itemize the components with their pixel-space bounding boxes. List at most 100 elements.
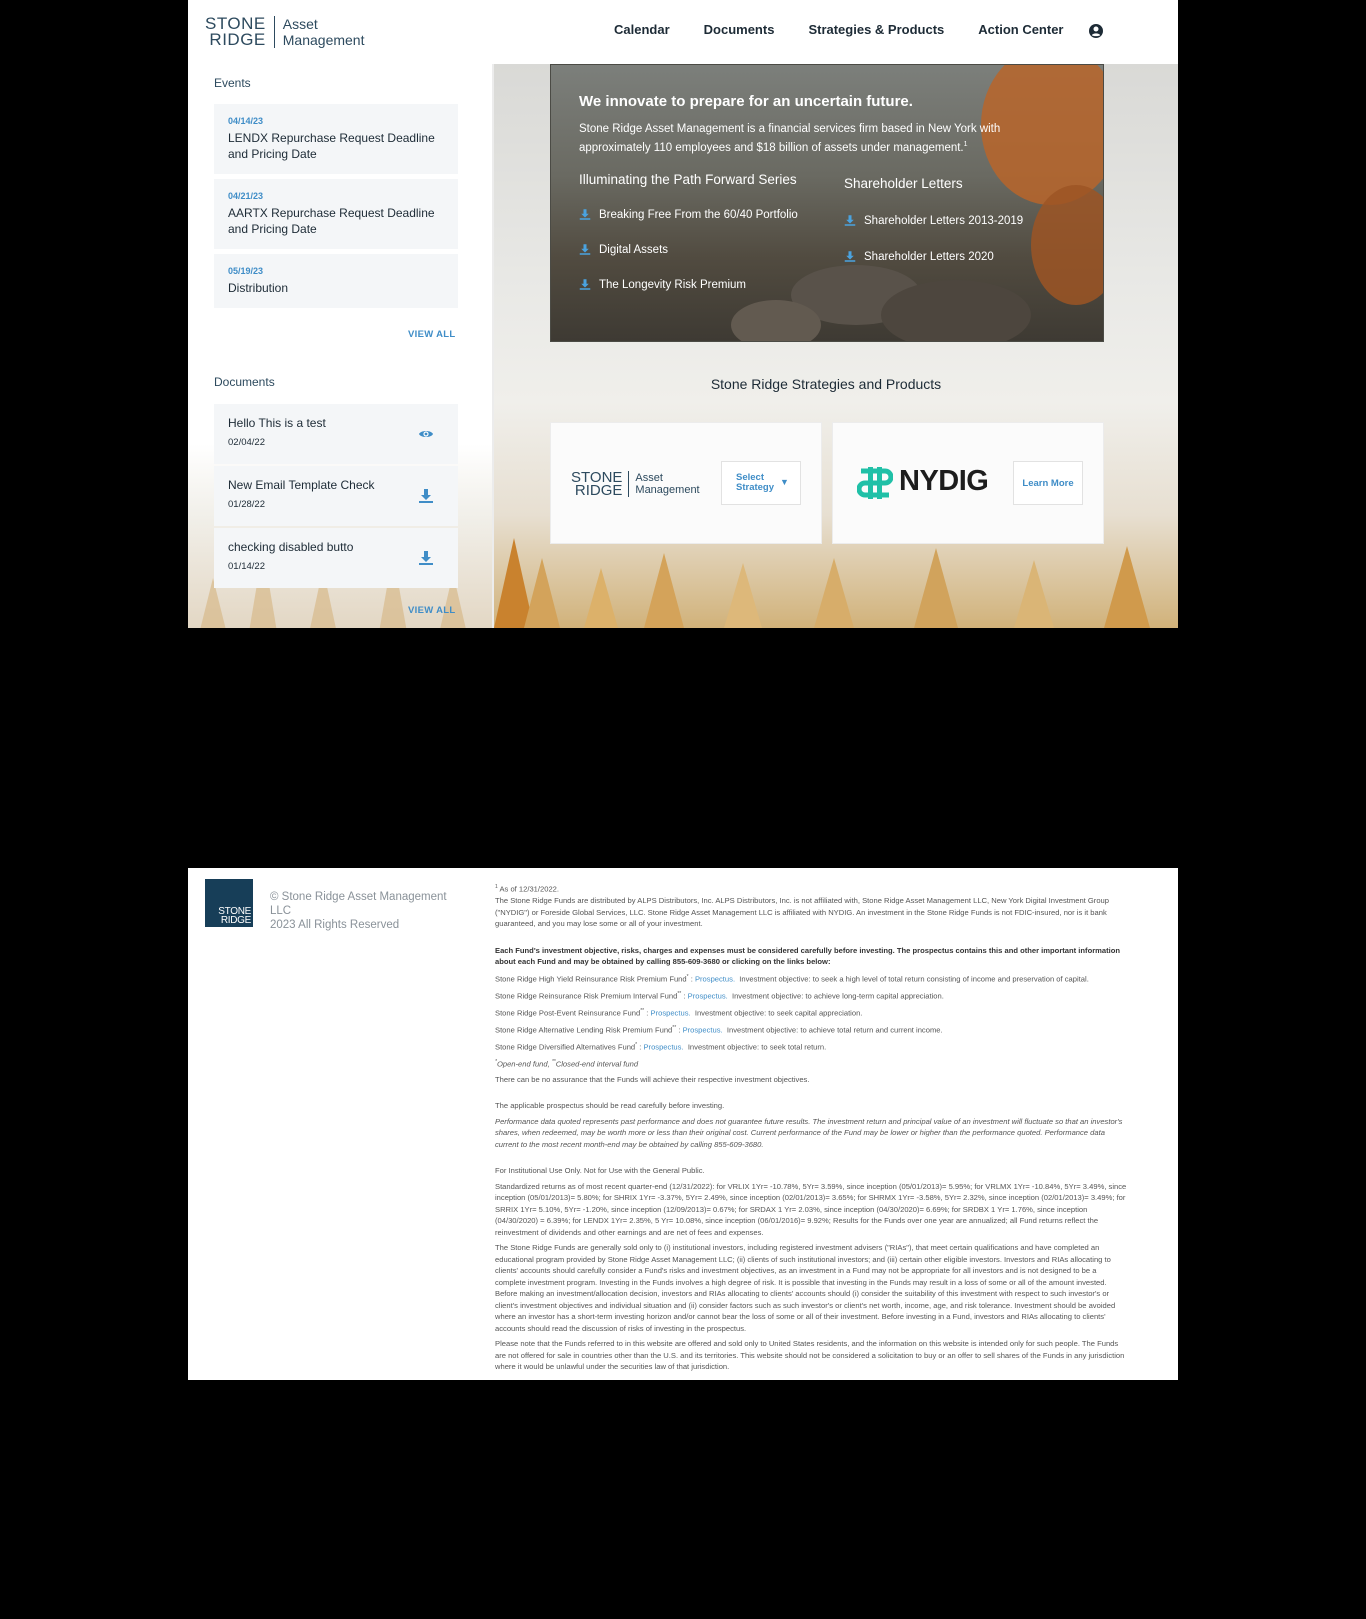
fund-type-legend: *Open-end fund, **Closed-end interval fu… bbox=[495, 1057, 1129, 1070]
letters-link[interactable]: Shareholder Letters 2020 bbox=[844, 250, 994, 263]
fund-line: Stone Ridge Diversified Alternatives Fun… bbox=[495, 1040, 1129, 1053]
document-title: New Email Template Check bbox=[228, 478, 375, 492]
series-link-label: Digital Assets bbox=[599, 243, 669, 256]
series-link[interactable]: The Longevity Risk Premium bbox=[579, 278, 746, 291]
fund-name: Stone Ridge Reinsurance Risk Premium Int… bbox=[495, 991, 678, 1001]
product-logo-asset: Asset bbox=[635, 472, 663, 484]
nydig-wordmark: NYDIG bbox=[899, 465, 989, 497]
letters-link[interactable]: Shareholder Letters 2013-2019 bbox=[844, 214, 1023, 227]
series-link-label: The Longevity Risk Premium bbox=[599, 278, 746, 291]
legal-disclosures: 1 As of 12/31/2022. The Stone Ridge Fund… bbox=[495, 882, 1129, 1377]
fund-line: Stone Ridge Post-Event Reinsurance Fund*… bbox=[495, 1006, 1129, 1019]
logo-line-management: Management bbox=[282, 32, 365, 48]
user-circle-icon[interactable] bbox=[1088, 23, 1104, 39]
footnote-mark: 1 bbox=[495, 884, 498, 890]
fund-name: Stone Ridge High Yield Reinsurance Risk … bbox=[495, 974, 687, 984]
hero-text: Stone Ridge Asset Management is a financ… bbox=[579, 122, 1019, 156]
documents-view-all-link[interactable]: VIEW ALL bbox=[408, 605, 455, 616]
event-title: AARTX Repurchase Request Deadline and Pr… bbox=[228, 206, 435, 236]
document-card[interactable]: checking disabled butto 01/14/22 bbox=[214, 528, 458, 588]
main-nav: Calendar Documents Strategies & Products… bbox=[614, 22, 1098, 37]
prospectus-link[interactable]: Prospectus. bbox=[651, 1008, 691, 1017]
fund-line: Stone Ridge Reinsurance Risk Premium Int… bbox=[495, 989, 1129, 1002]
institutional-note: For Institutional Use Only. Not for Use … bbox=[495, 1166, 705, 1176]
stone-ridge-product-card: STONE RIDGE Asset Management Select Stra… bbox=[550, 422, 822, 544]
event-title: Distribution bbox=[228, 281, 289, 295]
copyright-line1: © Stone Ridge Asset Management LLC bbox=[270, 891, 447, 917]
download-icon bbox=[579, 244, 591, 255]
fund-type-legend-text: Open-end fund, bbox=[496, 1059, 552, 1069]
letters-link-label: Shareholder Letters 2020 bbox=[864, 250, 994, 263]
event-title: LENDX Repurchase Request Deadline and Pr… bbox=[228, 131, 435, 161]
event-date: 04/14/23 bbox=[228, 116, 264, 126]
prospectus-link[interactable]: Prospectus. bbox=[643, 1042, 683, 1051]
bg-tree bbox=[814, 558, 854, 628]
nav-calendar[interactable]: Calendar bbox=[614, 22, 670, 37]
bg-rock bbox=[731, 300, 821, 341]
header: STONE RIDGE Asset Management Calendar Do… bbox=[188, 0, 1178, 64]
prospectus-link[interactable]: Prospectus. bbox=[688, 991, 728, 1000]
bg-tree bbox=[914, 548, 958, 628]
as-of-text: As of 12/31/2022. bbox=[499, 884, 560, 894]
logo-line-ridge: RIDGE bbox=[209, 30, 266, 49]
event-card[interactable]: 04/14/23 LENDX Repurchase Request Deadli… bbox=[214, 104, 458, 174]
download-icon[interactable] bbox=[418, 550, 434, 566]
download-icon[interactable] bbox=[418, 488, 434, 504]
nav-strategies-products[interactable]: Strategies & Products bbox=[808, 22, 944, 37]
product-logo-management: Management bbox=[635, 484, 700, 496]
products-title: Stone Ridge Strategies and Products bbox=[710, 376, 942, 392]
letters-link-label: Shareholder Letters 2013-2019 bbox=[864, 214, 1024, 227]
event-date: 04/21/23 bbox=[228, 191, 264, 201]
series-link[interactable]: Breaking Free From the 60/40 Portfolio bbox=[579, 208, 798, 221]
us-residents-disclosure: Please note that the Funds referred to i… bbox=[495, 1339, 1125, 1372]
standardized-returns: Standardized returns as of most recent q… bbox=[495, 1181, 1127, 1237]
prospectus-link[interactable]: Prospectus. bbox=[695, 974, 735, 983]
nav-action-center[interactable]: Action Center bbox=[978, 22, 1063, 37]
fund-name: Stone Ridge Alternative Lending Risk Pre… bbox=[495, 1025, 673, 1035]
bg-tree bbox=[1014, 560, 1054, 628]
stone-ridge-logo[interactable]: STONE RIDGE Asset Management bbox=[205, 15, 365, 49]
fund-objective: Investment objective: to achieve total r… bbox=[726, 1025, 943, 1035]
document-card[interactable]: New Email Template Check 01/28/22 bbox=[214, 466, 458, 526]
select-strategy-button[interactable]: Select Strategy ▼ bbox=[721, 461, 801, 505]
prospectus-link[interactable]: Prospectus. bbox=[683, 1025, 723, 1034]
series-link[interactable]: Digital Assets bbox=[579, 243, 668, 256]
event-card[interactable]: 04/21/23 AARTX Repurchase Request Deadli… bbox=[214, 179, 458, 249]
nav-documents[interactable]: Documents bbox=[704, 22, 775, 37]
events-view-all-link[interactable]: VIEW ALL bbox=[408, 329, 455, 340]
hero-banner: We innovate to prepare for an uncertain … bbox=[550, 64, 1104, 342]
performance-disclosure: Performance data quoted represents past … bbox=[495, 1116, 1123, 1149]
distribution-disclosure: The Stone Ridge Funds are distributed by… bbox=[495, 896, 1109, 929]
copyright: © Stone Ridge Asset Management LLC 2023 … bbox=[270, 890, 470, 932]
letters-title: Shareholder Letters bbox=[844, 176, 963, 191]
event-card[interactable]: 05/19/23 Distribution bbox=[214, 254, 458, 308]
bg-rock bbox=[881, 280, 1031, 341]
fund-objective: Investment objective: to seek total retu… bbox=[687, 1042, 827, 1052]
product-logo-wordmark: STONE RIDGE bbox=[571, 470, 622, 498]
event-date: 05/19/23 bbox=[228, 266, 264, 276]
select-label-line2: Strategy bbox=[736, 482, 775, 493]
fund-colon: : bbox=[678, 1025, 681, 1035]
copyright-line2: 2023 All Rights Reserved bbox=[270, 919, 400, 931]
logo-divider bbox=[273, 16, 275, 48]
no-assurance: There can be no assurance that the Funds… bbox=[495, 1074, 810, 1084]
events-title: Events bbox=[214, 76, 251, 90]
select-strategy-label: Select Strategy bbox=[736, 473, 774, 493]
document-date: 01/14/22 bbox=[228, 561, 265, 572]
eye-icon[interactable] bbox=[418, 426, 434, 442]
fund-type-mark: * bbox=[635, 1041, 638, 1048]
caret-down-icon: ▼ bbox=[780, 477, 789, 487]
fund-name: Stone Ridge Post-Event Reinsurance Fund bbox=[495, 1008, 641, 1018]
series-title: Illuminating the Path Forward Series bbox=[579, 172, 797, 187]
fund-type-mark: ** bbox=[672, 1024, 677, 1031]
document-title: checking disabled butto bbox=[228, 540, 354, 554]
download-icon bbox=[844, 215, 856, 226]
footer-logo-ridge: RIDGE bbox=[220, 915, 251, 926]
fund-type-mark: * bbox=[686, 973, 689, 980]
nydig-product-card: NYDIG Learn More bbox=[832, 422, 1104, 544]
learn-more-button[interactable]: Learn More bbox=[1013, 461, 1083, 505]
fund-colon: : bbox=[639, 1042, 642, 1052]
document-card[interactable]: Hello This is a test 02/04/22 bbox=[214, 404, 458, 464]
